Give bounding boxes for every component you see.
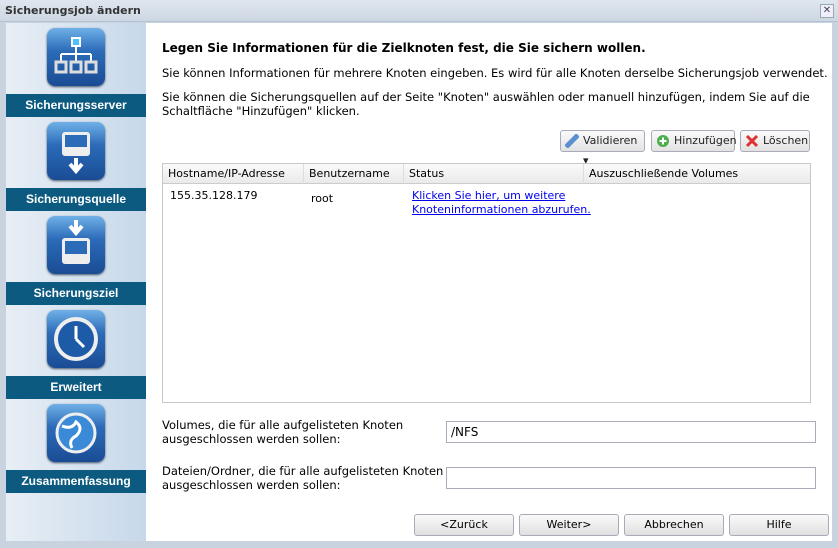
label-line: Volumes, die für alle aufgelisteten Knot… (162, 418, 404, 432)
excluded-volumes-input[interactable]: /NFS (446, 421, 816, 443)
help-button[interactable]: Hilfe (729, 514, 829, 536)
step-label: Erweitert (6, 376, 146, 399)
clock-icon (47, 310, 105, 368)
node-info-link[interactable]: Klicken Sie hier, um weitere (412, 189, 565, 202)
delete-label: Löschen (763, 134, 809, 147)
globe-icon (47, 404, 105, 462)
plus-circle-icon (657, 135, 669, 147)
description: Schaltfläche "Hinzufügen" klicken. (162, 104, 360, 118)
label-line: Dateien/Ordner, die für alle aufgelistet… (162, 464, 444, 478)
step-sicherungsziel[interactable]: Sicherungsziel (6, 211, 146, 305)
wizard-steps: Sicherungsserver Sicherungsquelle Sicher… (6, 23, 146, 541)
validate-dropdown-button[interactable]: Validieren ▾ (560, 130, 645, 167)
status-cell: Klicken Sie hier, um weitere Knoteninfor… (412, 189, 591, 217)
column-header[interactable]: Auszuschließende Volumes (584, 164, 810, 184)
page-heading: Legen Sie Informationen für die Zielknot… (162, 41, 646, 55)
hostname-cell: 155.35.128.179 (170, 189, 258, 202)
column-header[interactable]: Hostname/IP-Adresse (163, 164, 304, 184)
add-label: Hinzufügen (674, 134, 737, 147)
network-server-icon (47, 28, 105, 86)
close-button[interactable]: ✕ (820, 4, 834, 18)
delete-button[interactable]: Löschen (740, 130, 810, 152)
excluded-files-input[interactable] (446, 467, 816, 489)
back-button[interactable]: <Zurück (414, 514, 514, 536)
column-header[interactable]: Status (404, 164, 584, 184)
description: Sie können die Sicherungsquellen auf der… (162, 90, 810, 104)
step-label: Sicherungsquelle (6, 188, 146, 211)
window-title: Sicherungsjob ändern (5, 4, 141, 17)
step-label: Zusammenfassung (6, 470, 146, 493)
column-header[interactable]: Benutzername (304, 164, 404, 184)
step-sicherungsserver[interactable]: Sicherungsserver (6, 23, 146, 117)
cancel-button[interactable]: Abbrechen (624, 514, 724, 536)
description: Sie können Informationen für mehrere Kno… (162, 66, 828, 80)
connector-icon (565, 134, 579, 148)
disk-target-icon (47, 216, 105, 274)
label-line: ausgeschlossen werden sollen: (162, 478, 341, 492)
delete-x-icon (745, 134, 759, 148)
nodes-table: Hostname/IP-Adresse Benutzername Status … (162, 163, 811, 403)
username-cell: root (311, 192, 334, 205)
step-label: Sicherungsziel (6, 282, 146, 305)
step-label: Sicherungsserver (6, 94, 146, 117)
disk-download-icon (47, 122, 105, 180)
node-info-link[interactable]: Knoteninformationen abzurufen. (412, 203, 591, 216)
validate-label: Validieren (583, 134, 638, 147)
title-bar: Sicherungsjob ändern ✕ (0, 0, 838, 22)
step-sicherungsquelle[interactable]: Sicherungsquelle (6, 117, 146, 211)
next-button[interactable]: Weiter> (519, 514, 619, 536)
main-panel: Legen Sie Informationen für die Zielknot… (146, 23, 832, 541)
add-button[interactable]: Hinzufügen (651, 130, 737, 152)
step-erweitert[interactable]: Erweitert (6, 305, 146, 399)
step-zusammenfassung[interactable]: Zusammenfassung (6, 399, 146, 493)
volumes-label: Volumes, die für alle aufgelisteten Knot… (162, 418, 403, 446)
files-label: Dateien/Ordner, die für alle aufgelistet… (162, 464, 443, 492)
label-line: ausgeschlossen werden sollen: (162, 432, 341, 446)
